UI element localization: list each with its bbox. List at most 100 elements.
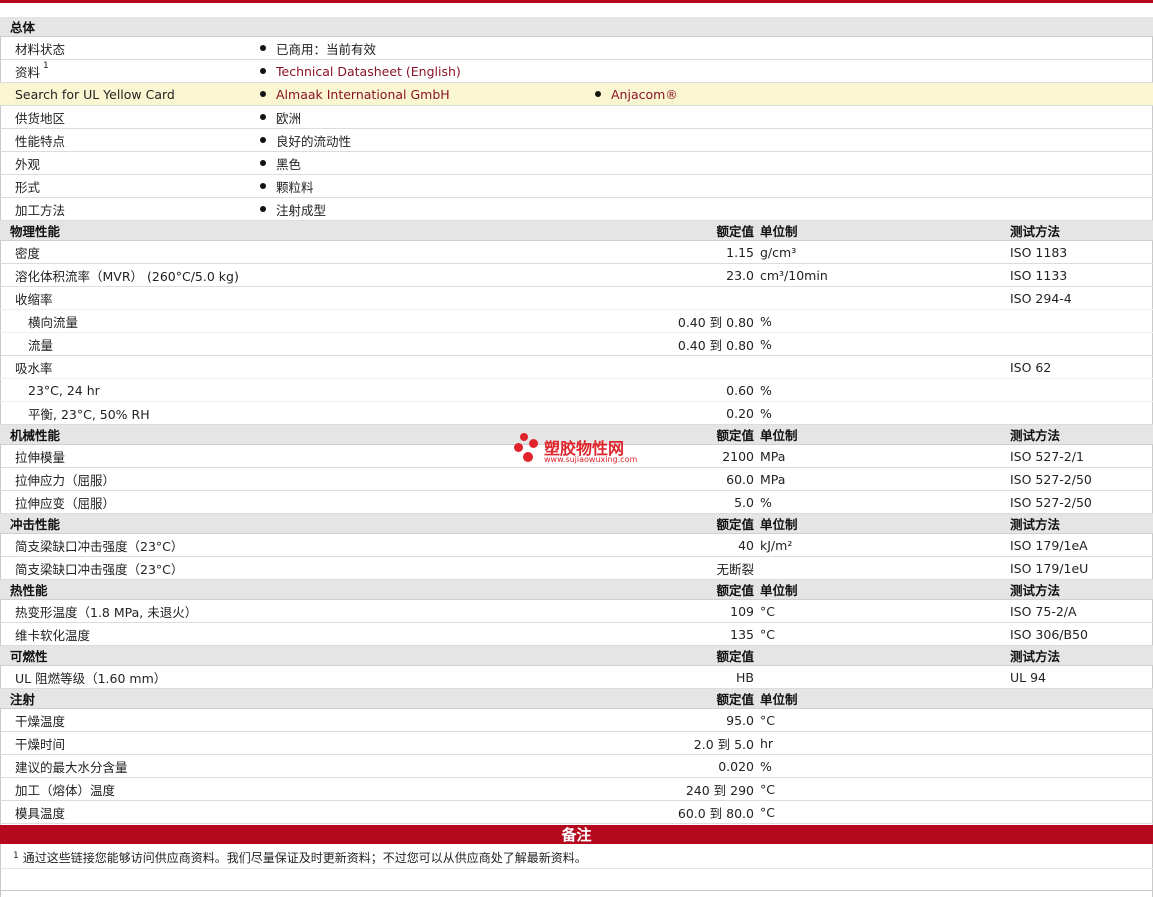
- property-row: 拉伸应力（屈服） 60.0 MPa ISO 527-2/50: [0, 468, 1153, 491]
- top-accent-bar: [0, 0, 1153, 3]
- property-row: 吸水率 ISO 62: [0, 356, 1153, 379]
- row-label: 资料 1: [15, 61, 49, 80]
- bullet-icon: [260, 137, 266, 143]
- property-value: 0.60: [726, 382, 754, 398]
- section-header-impact: 冲击性能 额定值 单位制 测试方法: [0, 514, 1153, 534]
- property-row: UL 阻燃等级（1.60 mm） HB UL 94: [0, 666, 1153, 689]
- general-row-processing: 加工方法 注射成型: [0, 198, 1153, 221]
- col-header-value: 额定值: [716, 517, 754, 532]
- col-header-value: 额定值: [716, 692, 754, 707]
- property-value: 无断裂: [716, 561, 754, 577]
- property-label: 拉伸应变（屈服）: [15, 495, 116, 511]
- section-header-thermal: 热性能 额定值 单位制 测试方法: [0, 580, 1153, 600]
- property-label: 流量: [28, 337, 54, 353]
- bullet-item: 已商用：当前有效: [260, 37, 376, 59]
- bullet-icon: [260, 68, 266, 74]
- property-method: UL 94: [1010, 669, 1046, 685]
- property-value: 0.40 到 0.80: [677, 337, 754, 353]
- watermark-url: www.sujiaowuxing.com: [544, 455, 638, 464]
- property-subrow: 流量 0.40 到 0.80 %: [0, 333, 1153, 356]
- row-label: 性能特点: [15, 133, 66, 149]
- section-header-injection: 注射 额定值 单位制: [0, 689, 1153, 709]
- datasheet-link[interactable]: Technical Datasheet (English): [276, 64, 461, 79]
- property-label: 建议的最大水分含量: [15, 759, 128, 775]
- property-method: ISO 179/1eA: [1010, 537, 1088, 553]
- property-value: 135: [730, 626, 754, 642]
- property-value: 109: [730, 603, 754, 619]
- property-row: 拉伸应变（屈服） 5.0 % ISO 527-2/50: [0, 491, 1153, 514]
- col-header-unit: 单位制: [760, 428, 798, 443]
- property-method: ISO 1133: [1010, 267, 1068, 283]
- logo-dot: [514, 443, 523, 452]
- section-header-flammability: 可燃性 额定值 测试方法: [0, 646, 1153, 666]
- general-row-region: 供货地区 欧洲: [0, 106, 1153, 129]
- section-title: 机械性能: [10, 428, 61, 443]
- property-row: 简支梁缺口冲击强度（23°C） 无断裂 ISO 179/1eU: [0, 557, 1153, 580]
- bullet-icon: [260, 206, 266, 212]
- bullet-icon: [260, 183, 266, 189]
- property-value: HB: [736, 669, 754, 685]
- col-header-unit: 单位制: [760, 517, 798, 532]
- row-label: 形式: [15, 179, 41, 195]
- bullet-item: 颗粒料: [260, 175, 314, 197]
- property-unit: cm³/10min: [760, 267, 828, 283]
- section-title: 热性能: [10, 583, 48, 598]
- property-unit: °C: [760, 712, 775, 728]
- property-row: 溶化体积流率（MVR） (260°C/5.0 kg) 23.0 cm³/10mi…: [0, 264, 1153, 287]
- notes-header: 备注: [0, 825, 1153, 844]
- property-row: 干燥温度 95.0 °C: [0, 709, 1153, 732]
- col-header-method: 测试方法: [1010, 224, 1061, 239]
- property-label: 干燥时间: [15, 736, 66, 752]
- property-label: 拉伸模量: [15, 449, 66, 465]
- property-method: ISO 527-2/50: [1010, 471, 1092, 487]
- property-unit: °C: [760, 781, 775, 797]
- property-unit: °C: [760, 626, 775, 642]
- property-subrow: 平衡, 23°C, 50% RH 0.20 %: [0, 402, 1153, 425]
- property-value: 60.0 到 80.0: [677, 805, 754, 821]
- logo-dot: [529, 439, 538, 448]
- section-header-general: 总体: [0, 17, 1153, 37]
- property-subrow: 横向流量 0.40 到 0.80 %: [0, 310, 1153, 333]
- property-label: 模具温度: [15, 805, 66, 821]
- property-value: 240 到 290: [685, 782, 754, 798]
- row-label: 材料状态: [15, 41, 66, 57]
- supplier-link-anjacom[interactable]: Anjacom®: [611, 87, 678, 102]
- bullet-item: Technical Datasheet (English): [260, 60, 461, 82]
- property-unit: %: [760, 405, 772, 421]
- bullet-item: 良好的流动性: [260, 129, 351, 151]
- property-label: UL 阻燃等级（1.60 mm）: [15, 670, 167, 686]
- property-label: 简支梁缺口冲击强度（23°C）: [15, 538, 184, 554]
- property-label: 收缩率: [15, 291, 53, 307]
- col-header-value: 额定值: [716, 583, 754, 598]
- property-row: 简支梁缺口冲击强度（23°C） 40 kJ/m² ISO 179/1eA: [0, 534, 1153, 557]
- section-title: 总体: [10, 20, 36, 35]
- divider: [0, 868, 1153, 869]
- bullet-item: 黑色: [260, 152, 301, 174]
- property-value: 23.0: [726, 267, 754, 283]
- bullet-icon: [260, 114, 266, 120]
- section-title: 冲击性能: [10, 517, 61, 532]
- property-row: 密度 1.15 g/cm³ ISO 1183: [0, 241, 1153, 264]
- property-label: 平衡, 23°C, 50% RH: [28, 406, 150, 422]
- section-title: 注射: [10, 692, 36, 707]
- property-label: 23°C, 24 hr: [28, 382, 100, 398]
- property-unit: %: [760, 313, 772, 329]
- property-label: 热变形温度（1.8 MPa, 未退火）: [15, 604, 198, 620]
- bullet-icon: [260, 45, 266, 51]
- property-label: 密度: [15, 245, 41, 261]
- supplier-link-almaak[interactable]: Almaak International GmbH: [276, 87, 450, 102]
- col-header-value: 额定值: [716, 224, 754, 239]
- property-unit: %: [760, 758, 772, 774]
- property-value: 0.40 到 0.80: [677, 314, 754, 330]
- property-unit: %: [760, 336, 772, 352]
- property-label: 溶化体积流率（MVR） (260°C/5.0 kg): [15, 268, 239, 284]
- logo-dot: [523, 452, 533, 462]
- property-method: ISO 527-2/50: [1010, 494, 1092, 510]
- property-unit: %: [760, 494, 772, 510]
- logo-dot: [520, 433, 528, 441]
- property-label: 简支梁缺口冲击强度（23°C）: [15, 561, 184, 577]
- row-label: 供货地区: [15, 110, 66, 126]
- col-header-method: 测试方法: [1010, 517, 1061, 532]
- property-value: 95.0: [726, 712, 754, 728]
- col-header-unit: 单位制: [760, 583, 798, 598]
